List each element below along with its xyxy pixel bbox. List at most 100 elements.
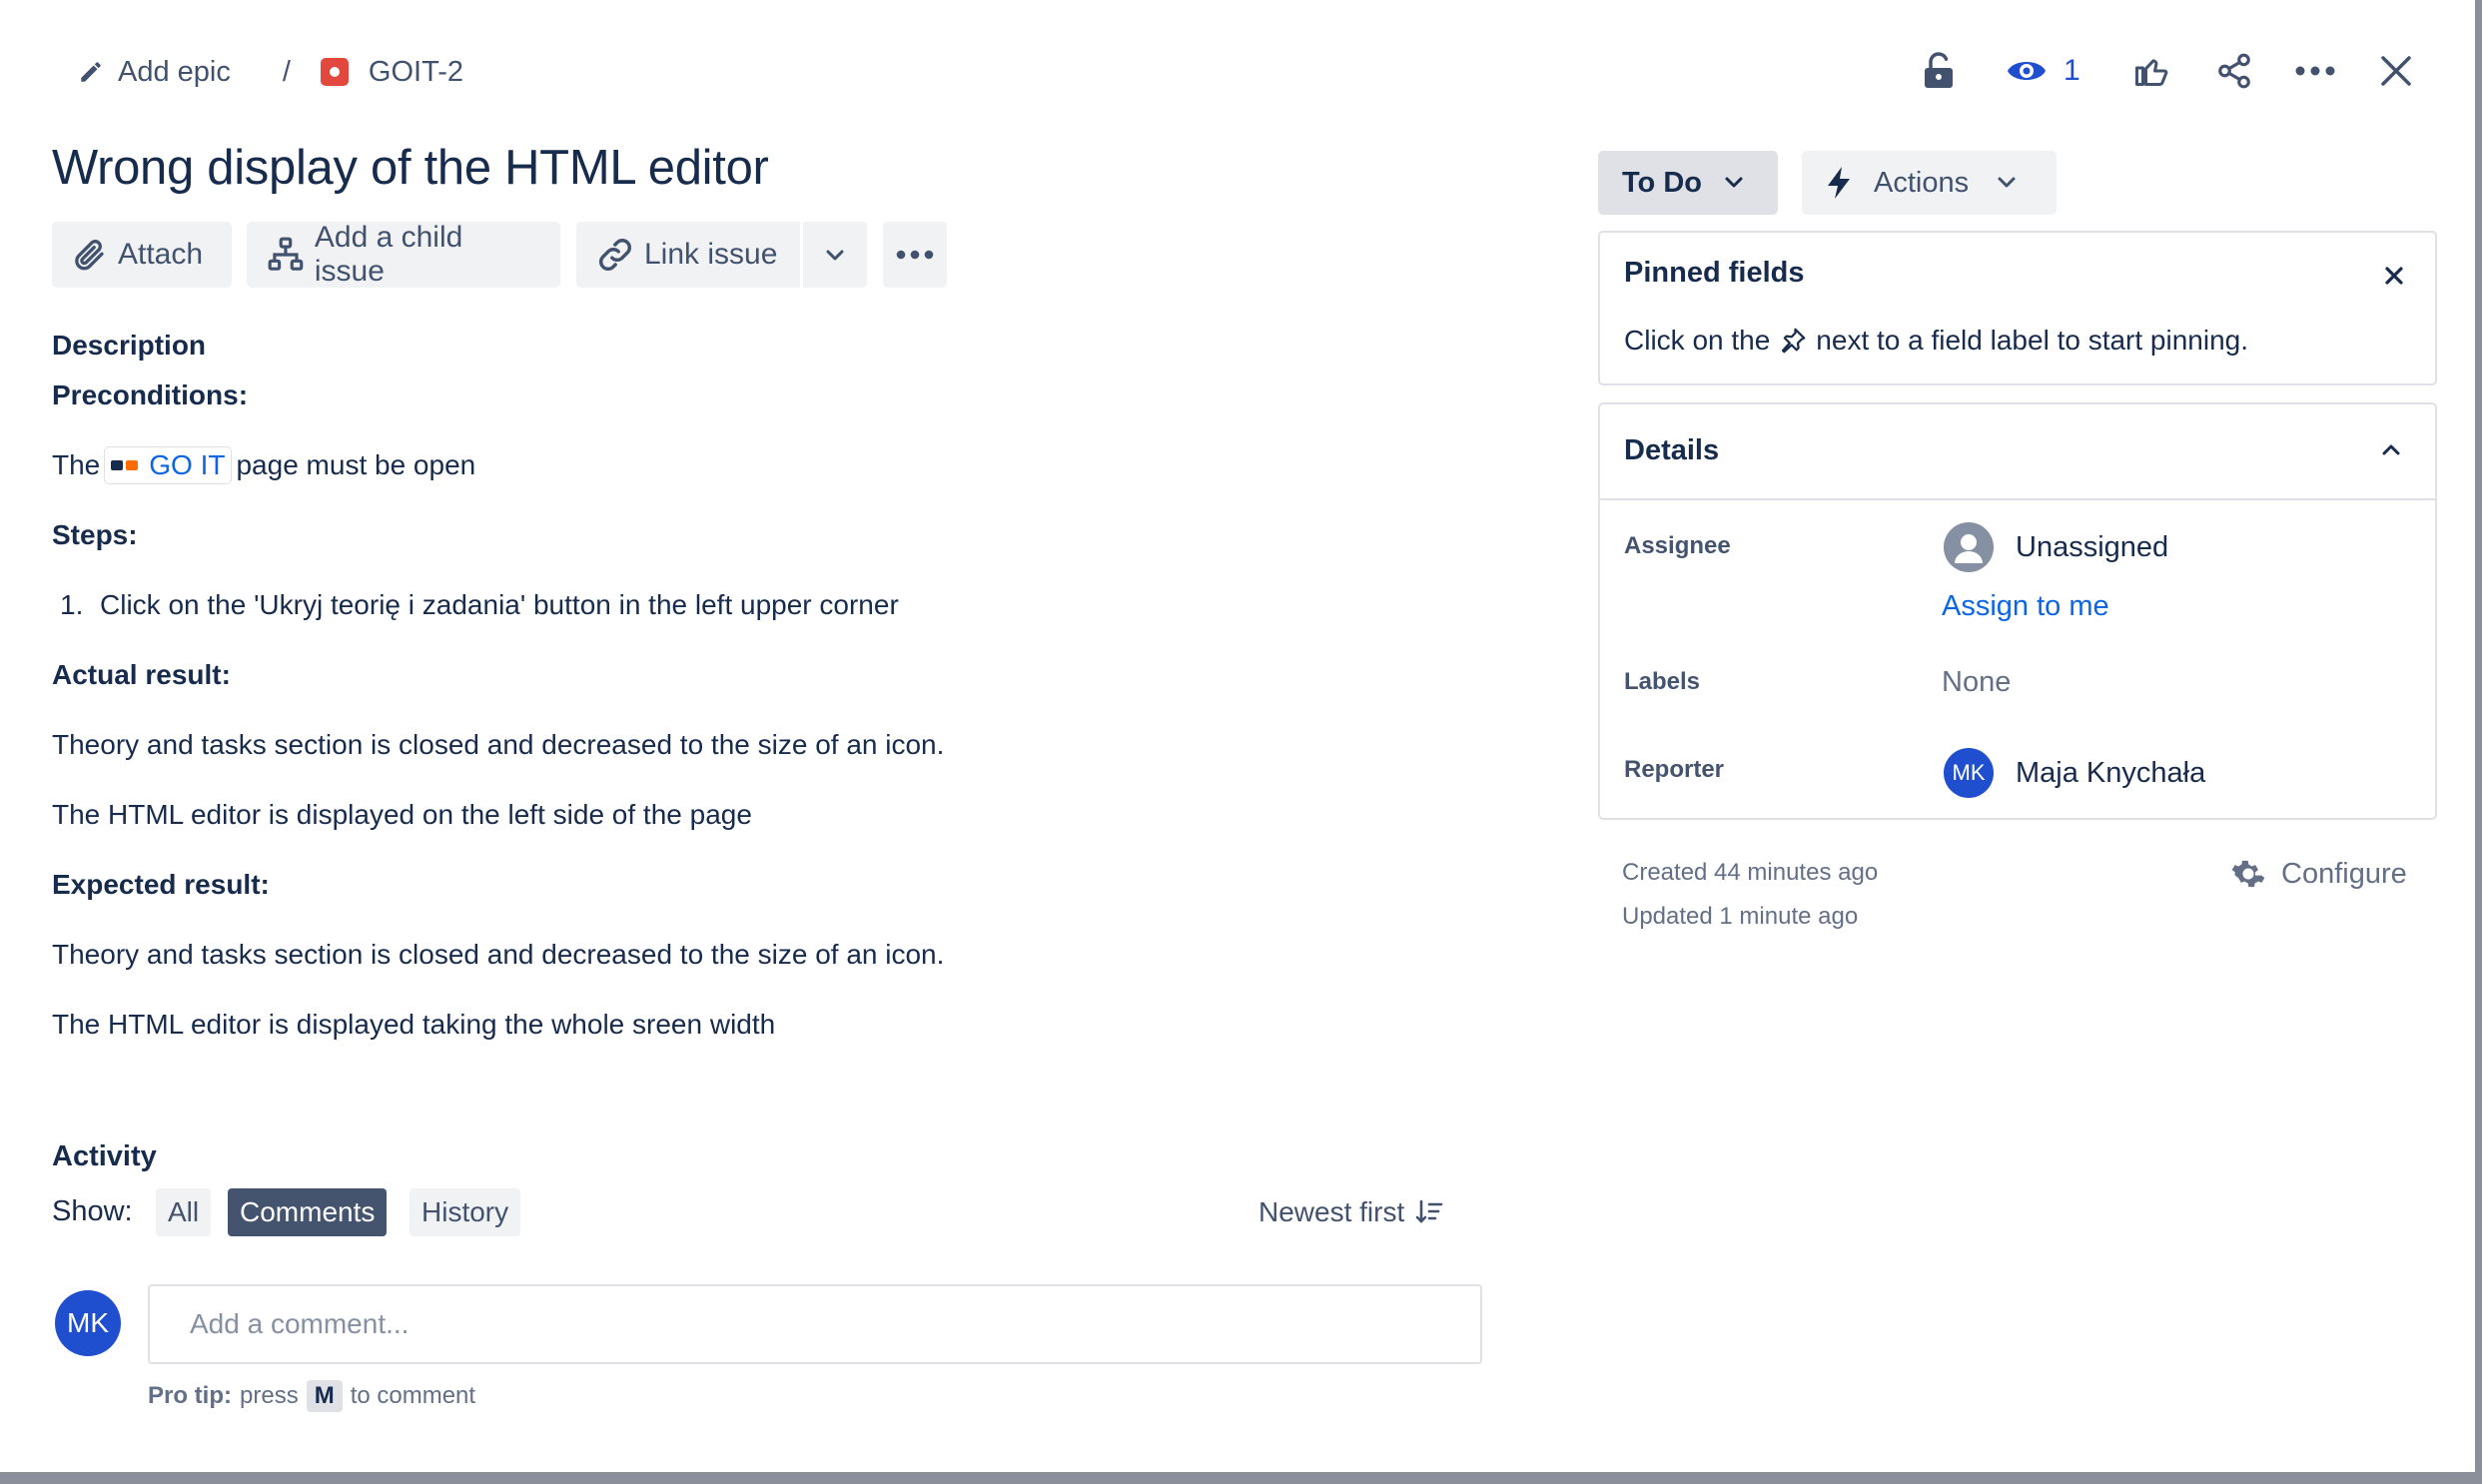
issue-title[interactable]: Wrong display of the HTML editor: [52, 140, 769, 196]
issue-modal: Add epic / GOIT-2 1 Wrong display of the…: [0, 0, 2475, 1472]
chevron-up-icon: [2382, 444, 2400, 455]
link-issue-dropdown[interactable]: [803, 222, 867, 288]
expected-result-line-2: The HTML editor is displayed taking the …: [52, 1009, 776, 1040]
preconditions-before: The: [52, 449, 101, 480]
pinned-fields-heading: Pinned fields: [1624, 257, 1805, 289]
watch-button[interactable]: 1: [2006, 48, 2080, 94]
go-it-label: GO IT: [149, 449, 226, 480]
pinned-fields-panel: Pinned fields Click on the next to a fie…: [1598, 231, 2437, 385]
filter-all-button[interactable]: All: [156, 1188, 212, 1236]
close-button[interactable]: [2373, 48, 2419, 94]
pro-tip-press: press: [240, 1382, 299, 1409]
labels-label: Labels: [1624, 668, 1701, 695]
watch-count: 1: [2064, 54, 2080, 87]
chevron-down-icon: [1998, 177, 2016, 188]
vote-button[interactable]: [2127, 48, 2173, 94]
add-epic-label: Add epic: [118, 55, 231, 88]
current-user-avatar: MK: [55, 1290, 121, 1356]
reporter-label: Reporter: [1624, 756, 1725, 783]
step-item: 1. Click on the 'Ukryj teorię i zadania'…: [60, 589, 899, 621]
paperclip-icon: [75, 240, 104, 271]
more-icon: [896, 250, 934, 260]
keyboard-key: M: [306, 1380, 343, 1412]
preconditions-heading: Preconditions:: [52, 379, 249, 410]
assignee-value: Unassigned: [2016, 530, 2169, 563]
reporter-field[interactable]: MK Maja Knychała: [1944, 748, 2205, 798]
step-number: 1.: [60, 589, 84, 620]
site-favicon-icon: [111, 458, 141, 472]
gear-icon: [2231, 860, 2265, 888]
more-icon: [2295, 66, 2335, 76]
pro-tip-after: to comment: [350, 1382, 476, 1409]
close-icon: [2385, 267, 2403, 285]
issue-key: GOIT-2: [368, 55, 463, 88]
close-icon: [2381, 56, 2411, 86]
chevron-down-icon: [826, 250, 844, 261]
thumbs-up-icon: [2135, 59, 2168, 86]
share-button[interactable]: [2211, 48, 2257, 94]
preconditions-text: The GO IT page must be open: [52, 443, 475, 487]
description-heading: Description: [52, 330, 207, 361]
share-icon: [2218, 53, 2250, 89]
go-it-smart-link[interactable]: GO IT: [104, 446, 233, 484]
labels-value[interactable]: None: [1942, 666, 2011, 699]
expected-result-heading: Expected result:: [52, 869, 270, 900]
restrict-button[interactable]: [1916, 48, 1962, 94]
pin-icon: [1782, 328, 1806, 354]
show-label: Show:: [52, 1195, 133, 1227]
pinned-hint: Click on the next to a field label to st…: [1624, 325, 2248, 357]
pinned-hint-before: Click on the: [1624, 325, 1771, 356]
status-dropdown[interactable]: To Do: [1598, 151, 1778, 215]
steps-heading: Steps:: [52, 519, 138, 550]
actions-label: Actions: [1874, 166, 1970, 199]
add-child-issue-button[interactable]: Add a child issue: [247, 221, 560, 288]
attach-button[interactable]: Attach: [52, 222, 232, 288]
breadcrumb: Add epic / GOIT-2: [78, 52, 463, 92]
modal-backdrop-right: [2475, 0, 2482, 1484]
link-issue-label: Link issue: [644, 238, 778, 271]
reporter-name: Maja Knychała: [2016, 756, 2206, 789]
sort-order-button[interactable]: Newest first: [1258, 1188, 1444, 1236]
chevron-down-icon: [1725, 177, 1743, 188]
sort-order-label: Newest first: [1258, 1196, 1405, 1227]
eye-icon: [2008, 62, 2046, 80]
default-avatar-icon: [1944, 522, 1994, 572]
details-heading: Details: [1624, 434, 1720, 466]
issue-key-link[interactable]: GOIT-2: [320, 55, 463, 89]
configure-label: Configure: [2281, 857, 2407, 890]
actual-result-line-2: The HTML editor is displayed on the left…: [52, 799, 752, 830]
assignee-field[interactable]: Unassigned: [1944, 522, 2168, 572]
assign-to-me-link[interactable]: Assign to me: [1942, 590, 2109, 623]
sort-icon: [1415, 1199, 1443, 1223]
attach-label: Attach: [118, 238, 204, 271]
assignee-label: Assignee: [1624, 532, 1731, 559]
actual-result-line-1: Theory and tasks section is closed and d…: [52, 729, 945, 760]
expected-result-line-1: Theory and tasks section is closed and d…: [52, 939, 945, 970]
add-epic-link[interactable]: Add epic: [78, 56, 231, 89]
modal-backdrop-bottom: [0, 1472, 2482, 1484]
link-icon: [598, 238, 632, 272]
configure-button[interactable]: Configure: [2229, 855, 2407, 893]
filter-comments-button[interactable]: Comments: [228, 1188, 388, 1236]
more-toolbar-button[interactable]: [883, 222, 947, 288]
actions-dropdown[interactable]: Actions: [1802, 151, 2057, 215]
comment-input[interactable]: Add a comment...: [148, 1284, 1482, 1364]
hierarchy-icon: [268, 237, 304, 271]
actual-result-heading: Actual result:: [52, 659, 231, 690]
pencil-icon: [81, 62, 101, 82]
link-issue-button[interactable]: Link issue: [576, 222, 800, 288]
activity-heading: Activity: [52, 1140, 157, 1172]
reporter-avatar: MK: [1944, 748, 1994, 798]
step-text: Click on the 'Ukryj teorię i zadania' bu…: [100, 589, 899, 620]
details-header[interactable]: Details: [1600, 404, 2435, 500]
filter-history-button[interactable]: History: [410, 1188, 521, 1236]
close-pinned-button[interactable]: [2377, 259, 2411, 293]
bug-type-icon: [320, 58, 349, 86]
preconditions-after: page must be open: [236, 449, 476, 480]
add-child-label: Add a child issue: [314, 221, 463, 288]
created-timestamp: Created 44 minutes ago: [1622, 859, 1879, 886]
details-panel: Details Assignee Unassigned Assign to me…: [1598, 402, 2437, 820]
status-label: To Do: [1622, 166, 1702, 199]
more-actions-button[interactable]: [2292, 48, 2338, 94]
breadcrumb-separator: /: [282, 55, 291, 88]
